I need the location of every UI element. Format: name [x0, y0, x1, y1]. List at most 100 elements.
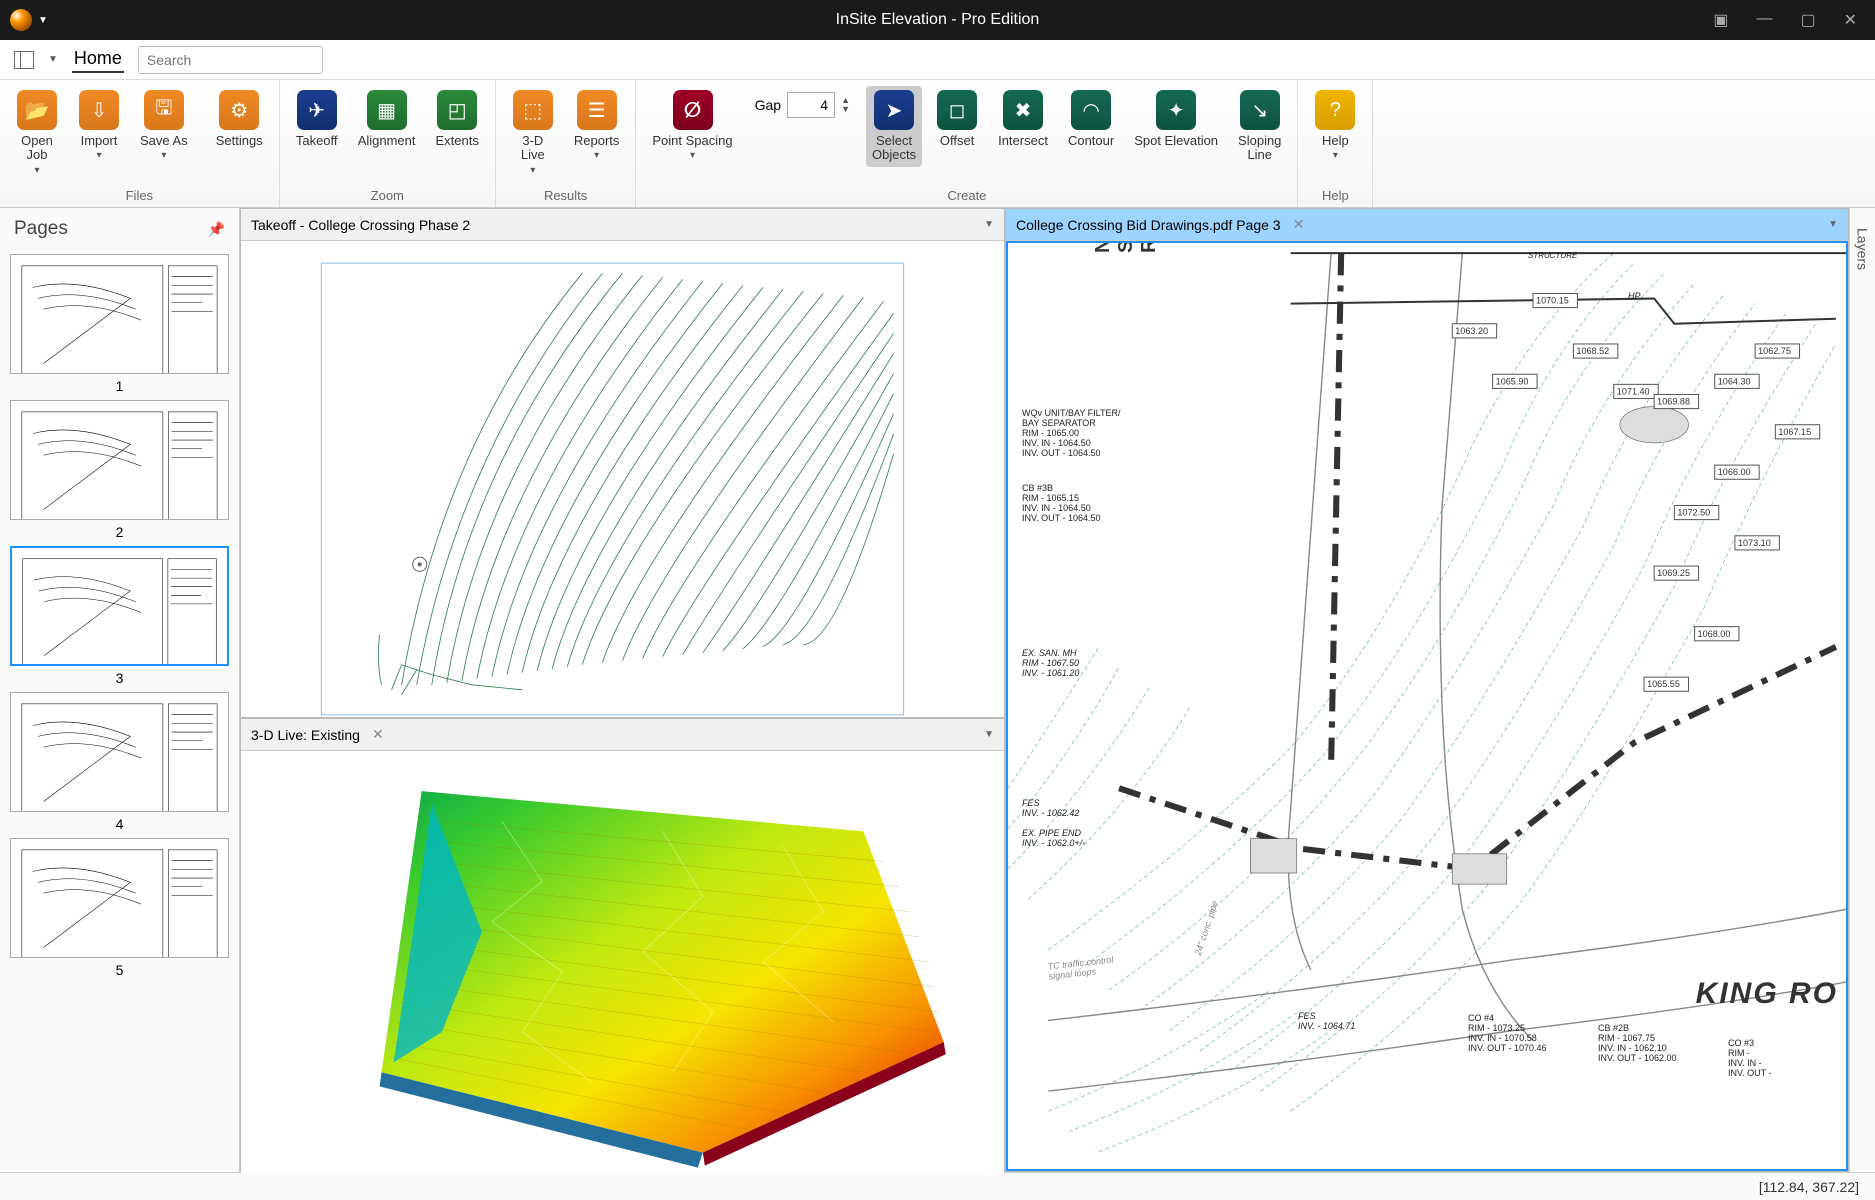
open-job-button[interactable]: 📂 Open Job ▾ — [10, 86, 64, 180]
svg-text:1068.00: 1068.00 — [1698, 629, 1731, 639]
point-spacing-icon: ⵁ — [673, 90, 713, 130]
alignment-button[interactable]: ▦ Alignment — [352, 86, 422, 152]
panel-layout-icon[interactable] — [14, 51, 34, 69]
window-title: InSite Elevation - Pro Edition — [836, 11, 1040, 29]
help-icon: ? — [1315, 90, 1355, 130]
cursor-icon: ➤ — [874, 90, 914, 130]
save-as-button[interactable]: 🖫 Save As ▾ — [134, 86, 194, 165]
svg-text:1064.30: 1064.30 — [1718, 376, 1751, 386]
sloping-line-button[interactable]: ↘ Sloping Line — [1232, 86, 1287, 167]
pin-icon[interactable]: 📌 — [208, 221, 225, 238]
offset-icon: ◻ — [937, 90, 977, 130]
extents-button[interactable]: ◰ Extents — [430, 86, 485, 152]
titlebar: ▼ InSite Elevation - Pro Edition ▣ — ▢ ✕ — [0, 0, 1875, 40]
plan-note-co3: CO #3 RIM - INV. IN - INV. OUT - — [1728, 1038, 1772, 1078]
chevron-down-icon: ▾ — [161, 150, 166, 161]
reports-button[interactable]: ☰ Reports ▾ — [568, 86, 626, 165]
gap-label: Gap — [755, 97, 781, 113]
offset-button[interactable]: ◻ Offset — [930, 86, 984, 152]
gap-step-down[interactable]: ▼ — [841, 105, 850, 114]
plan-note-fes2: FES INV. - 1064.71 — [1298, 1011, 1355, 1031]
plan-note-pipe-end: EX. PIPE END INV. - 1062.0+/- — [1022, 828, 1085, 848]
takeoff-zoom-button[interactable]: ✈ Takeoff — [290, 86, 344, 152]
contour-icon: ◠ — [1071, 90, 1111, 130]
app-menu-dropdown-icon[interactable]: ▼ — [38, 15, 48, 26]
titlebar-extra-icon[interactable]: ▣ — [1713, 10, 1728, 30]
pane-menu-dropdown-icon[interactable]: ▼ — [984, 729, 994, 740]
page-number: 2 — [10, 524, 229, 540]
chevron-down-icon: ▾ — [594, 150, 599, 161]
spot-elevation-button[interactable]: ✦ Spot Elevation — [1128, 86, 1224, 152]
pages-panel: Pages 📌 12345 — [0, 208, 240, 1172]
panel-layout-dropdown-icon[interactable]: ▼ — [48, 54, 58, 65]
maximize-button[interactable]: ▢ — [1800, 10, 1815, 30]
chevron-down-icon: ▾ — [96, 150, 101, 161]
pane-takeoff: Takeoff - College Crossing Phase 2 ▼ — [240, 208, 1005, 718]
pane-pdf: College Crossing Bid Drawings.pdf Page 3… — [1005, 208, 1849, 1172]
3d-live-canvas[interactable] — [241, 751, 1004, 1173]
intersect-button[interactable]: ✖ Intersect — [992, 86, 1054, 152]
plan-note-cb3b: CB #3B RIM - 1065.15 INV. IN - 1064.50 I… — [1022, 483, 1101, 523]
takeoff-canvas[interactable] — [241, 241, 1004, 717]
plane-icon: ✈ — [297, 90, 337, 130]
status-coordinates: [112.84, 367.22] — [1759, 1179, 1859, 1195]
plan-note-san-mh: EX. SAN. MH RIM - 1067.50 INV. - 1061.20 — [1022, 648, 1079, 678]
3d-live-button[interactable]: ⬚ 3-D Live ▾ — [506, 86, 560, 180]
grid-align-icon: ▦ — [367, 90, 407, 130]
intersect-icon: ✖ — [1003, 90, 1043, 130]
spot-elevation-icon: ✦ — [1156, 90, 1196, 130]
svg-text:1071.40: 1071.40 — [1617, 386, 1650, 396]
tab-home[interactable]: Home — [72, 46, 124, 73]
svg-text:1066.00: 1066.00 — [1718, 467, 1751, 477]
pages-list[interactable]: 12345 — [0, 250, 239, 1172]
svg-text:1063.20: 1063.20 — [1455, 326, 1488, 336]
ribbon: 📂 Open Job ▾ ⇩ Import ▾ 🖫 Save As ▾ ⚙ Se… — [0, 80, 1875, 208]
plan-note-fes1: FES INV. - 1062.42 — [1022, 798, 1079, 818]
plan-label-route: NEW YORK STATE ROUTE 96 — [1092, 241, 1161, 253]
gap-input[interactable] — [787, 92, 835, 118]
page-number: 3 — [10, 670, 229, 686]
svg-text:1065.90: 1065.90 — [1496, 376, 1529, 386]
search-input[interactable] — [138, 46, 323, 74]
pane-3d-live: 3-D Live: Existing ✕ ▼ — [240, 718, 1005, 1174]
page-thumbnail[interactable] — [10, 838, 229, 958]
page-thumbnail[interactable] — [10, 400, 229, 520]
page-number: 5 — [10, 962, 229, 978]
plan-note-co4: CO #4 RIM - 1073.25 INV. IN - 1070.58 IN… — [1468, 1013, 1547, 1053]
point-spacing-button[interactable]: ⵁ Point Spacing ▾ — [646, 86, 738, 165]
plan-note-cb2b: CB #2B RIM - 1067.75 INV. IN - 1062.10 I… — [1598, 1023, 1677, 1063]
close-icon[interactable]: ✕ — [372, 726, 384, 743]
chevron-down-icon: ▾ — [1333, 150, 1338, 161]
minimize-button[interactable]: — — [1756, 10, 1772, 30]
svg-text:1072.50: 1072.50 — [1677, 508, 1710, 518]
plan-note-wqv: WQv UNIT/BAY FILTER/ BAY SEPARATOR RIM -… — [1022, 408, 1121, 458]
settings-button[interactable]: ⚙ Settings — [210, 86, 269, 152]
pane-menu-dropdown-icon[interactable]: ▼ — [1828, 219, 1838, 230]
chevron-down-icon: ▾ — [690, 150, 695, 161]
pane-menu-dropdown-icon[interactable]: ▼ — [984, 219, 994, 230]
pdf-canvas[interactable]: 1070.151063.201068.521065.901071.401069.… — [1006, 241, 1848, 1171]
layers-panel-tab[interactable]: Layers — [1849, 208, 1875, 1172]
svg-text:1073.10: 1073.10 — [1738, 538, 1771, 548]
group-label-files: Files — [126, 186, 153, 203]
group-label-help: Help — [1322, 186, 1349, 203]
import-button[interactable]: ⇩ Import ▾ — [72, 86, 126, 165]
contour-button[interactable]: ◠ Contour — [1062, 86, 1120, 152]
svg-text:1067.15: 1067.15 — [1778, 427, 1811, 437]
cube-icon: ⬚ — [513, 90, 553, 130]
help-button[interactable]: ? Help ▾ — [1308, 86, 1362, 165]
svg-text:1069.25: 1069.25 — [1657, 568, 1690, 578]
layers-label: Layers — [1855, 228, 1871, 270]
close-icon[interactable]: ✕ — [1293, 216, 1305, 233]
page-thumbnail[interactable] — [10, 692, 229, 812]
svg-text:1069.88: 1069.88 — [1657, 397, 1690, 407]
close-button[interactable]: ✕ — [1844, 10, 1857, 30]
svg-text:1062.75: 1062.75 — [1758, 346, 1791, 356]
svg-text:1065.55: 1065.55 — [1647, 679, 1680, 689]
workspace: Pages 📌 12345 Takeoff - College Crossing… — [0, 208, 1875, 1172]
select-objects-button[interactable]: ➤ Select Objects — [866, 86, 922, 167]
group-label-create: Create — [947, 186, 986, 203]
chevron-down-icon: ▾ — [530, 165, 535, 176]
page-thumbnail[interactable] — [10, 254, 229, 374]
page-thumbnail[interactable] — [10, 546, 229, 666]
